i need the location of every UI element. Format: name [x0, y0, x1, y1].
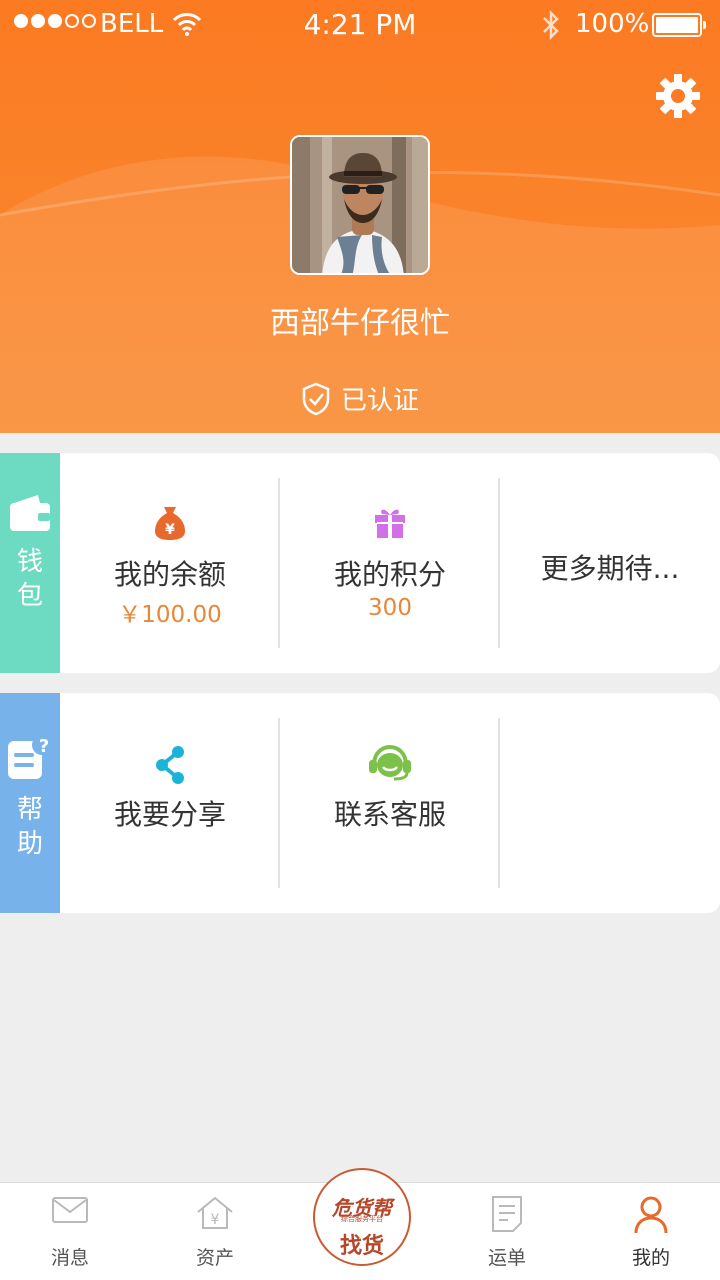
battery-icon	[652, 13, 706, 37]
help-side-label-2: 助	[16, 829, 43, 859]
wallet-side-label-1: 钱	[16, 547, 43, 577]
balance-item[interactable]: ¥ 我的余额 ￥100.00	[60, 453, 280, 673]
gift-icon	[375, 509, 405, 538]
wallet-side-tab: 钱 包	[0, 453, 60, 673]
svg-text:¥: ¥	[211, 1212, 220, 1228]
divider	[498, 718, 500, 888]
wallet-icon	[10, 495, 50, 531]
bluetooth-icon	[543, 10, 559, 40]
more-coming-label: 更多期待...	[540, 552, 680, 585]
tab-messages-label: 消息	[50, 1247, 89, 1269]
customer-service-label: 联系客服	[333, 798, 446, 831]
tab-find-cargo[interactable]: 危货帮 综合服务平台 找货	[313, 1168, 411, 1266]
share-label: 我要分享	[113, 798, 226, 831]
wallet-side-label-2: 包	[16, 581, 43, 611]
balance-label: 我的余额	[113, 558, 226, 591]
money-bag-icon: ¥	[155, 507, 185, 540]
tab-find-cargo-label: 找货	[339, 1234, 384, 1259]
house-yen-icon: ¥	[197, 1196, 233, 1229]
avatar-photo	[292, 137, 428, 273]
share-item[interactable]: 我要分享	[60, 693, 280, 913]
points-item[interactable]: 我的积分 300	[280, 453, 500, 673]
status-bar: BELL 4:21 PM 100%	[0, 0, 720, 50]
wallet-card: 钱 包 ¥ 我的余额 ￥100.00 我的积分 300 更多期待...	[0, 453, 720, 673]
username: 西部牛仔很忙	[270, 306, 450, 341]
gear-icon[interactable]	[654, 72, 702, 120]
balance-value: ￥100.00	[118, 602, 222, 628]
verified-badge: 已认证	[0, 380, 720, 417]
person-icon	[634, 1196, 668, 1234]
verified-label: 已认证	[340, 386, 419, 416]
points-label: 我的积分	[333, 558, 446, 591]
customer-service-item[interactable]: 联系客服	[280, 693, 500, 913]
shield-check-icon	[302, 382, 330, 415]
tab-messages[interactable]: 消息	[15, 1183, 125, 1280]
help-side-label-1: 帮	[16, 795, 43, 825]
tab-mine-label: 我的	[631, 1247, 670, 1269]
tab-waybill[interactable]: 运单	[452, 1183, 562, 1280]
svg-text:?: ?	[39, 736, 49, 757]
tab-assets[interactable]: ¥ 资产	[160, 1183, 270, 1280]
help-card: ? 帮 助 我要分享 联系客服	[0, 693, 720, 913]
avatar[interactable]	[290, 135, 430, 275]
help-side-tab: ? 帮 助	[0, 693, 60, 913]
share-icon	[156, 746, 184, 784]
more-coming-item[interactable]: 更多期待...	[500, 453, 720, 673]
app-logo-subtitle: 综合服务平台	[341, 1215, 383, 1223]
tab-waybill-label: 运单	[487, 1247, 526, 1269]
mail-icon	[52, 1197, 88, 1223]
points-value: 300	[368, 595, 412, 621]
battery-percentage: 100%	[575, 9, 650, 39]
tab-mine[interactable]: 我的	[596, 1183, 706, 1280]
svg-text:¥: ¥	[165, 522, 175, 538]
document-icon	[492, 1196, 522, 1232]
headset-icon	[369, 745, 411, 781]
profile-header: BELL 4:21 PM 100% 西部牛仔很忙 已认证	[0, 0, 720, 433]
tab-assets-label: 资产	[195, 1247, 234, 1269]
help-document-icon: ?	[8, 735, 52, 779]
